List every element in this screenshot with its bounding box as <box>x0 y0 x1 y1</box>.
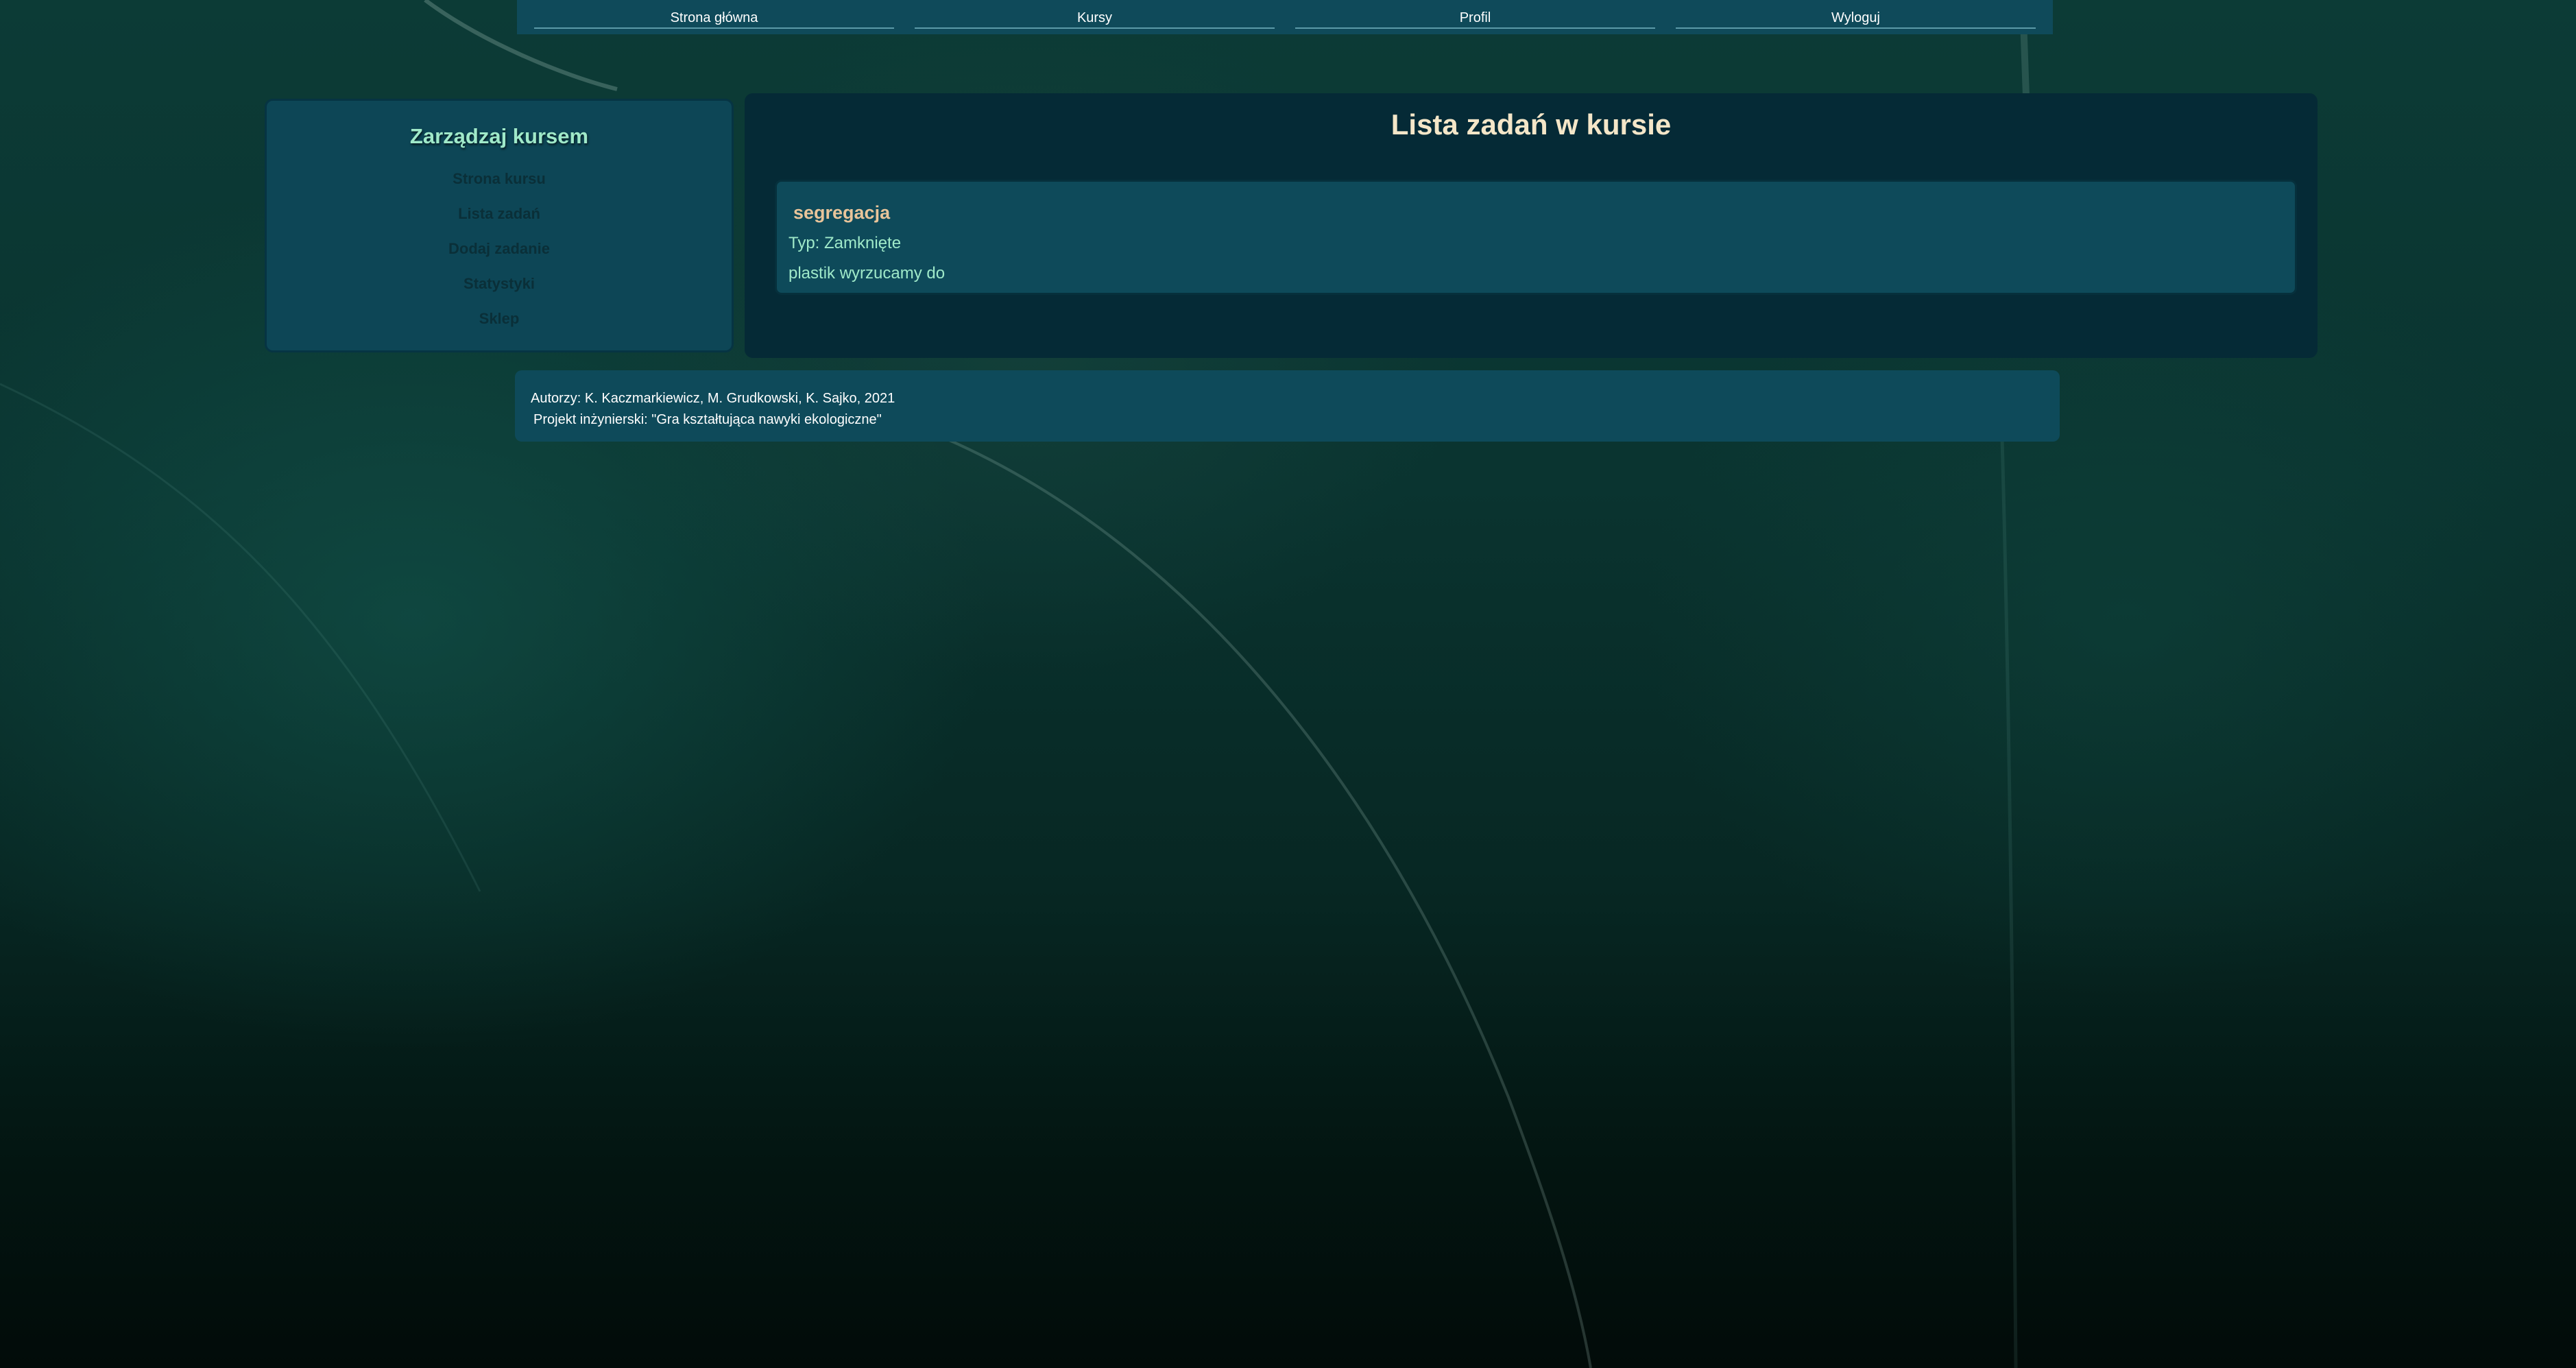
footer: Autorzy: K. Kaczmarkiewicz, M. Grudkowsk… <box>515 370 2060 442</box>
sidebar-menu: Strona kursu Lista zadań Dodaj zadanie S… <box>267 161 732 336</box>
sidebar-item-statistics[interactable]: Statystyki <box>267 266 732 301</box>
sidebar-item-course-page[interactable]: Strona kursu <box>267 161 732 196</box>
task-card[interactable]: segregacja Typ: Zamknięte plastik wyrzuc… <box>775 180 2297 295</box>
footer-authors: Autorzy: K. Kaczmarkiewicz, M. Grudkowsk… <box>531 391 895 406</box>
nav-link-profile[interactable]: Profil <box>1295 0 1655 29</box>
nav-link-home[interactable]: Strona główna <box>534 0 894 29</box>
sidebar-item-shop[interactable]: Sklep <box>267 301 732 336</box>
course-management-panel: Zarządzaj kursem Strona kursu Lista zada… <box>265 99 734 352</box>
task-type: Typ: Zamknięte <box>789 234 902 252</box>
sidebar-item-task-list[interactable]: Lista zadań <box>267 196 732 231</box>
top-navigation: Strona główna Kursy Profil Wyloguj <box>517 0 2053 34</box>
footer-project: Projekt inżynierski: "Gra kształtująca n… <box>533 412 882 427</box>
sidebar-title: Zarządzaj kursem <box>409 124 589 148</box>
page-title: Lista zadań w kursie <box>1391 108 1672 141</box>
task-description: plastik wyrzucamy do <box>789 264 946 283</box>
task-name: segregacja <box>793 202 891 223</box>
sidebar-item-add-task[interactable]: Dodaj zadanie <box>267 231 732 266</box>
nav-link-logout[interactable]: Wyloguj <box>1676 0 2036 29</box>
task-list-panel: Lista zadań w kursie segregacja Typ: Zam… <box>745 93 2318 358</box>
nav-link-courses[interactable]: Kursy <box>915 0 1275 29</box>
